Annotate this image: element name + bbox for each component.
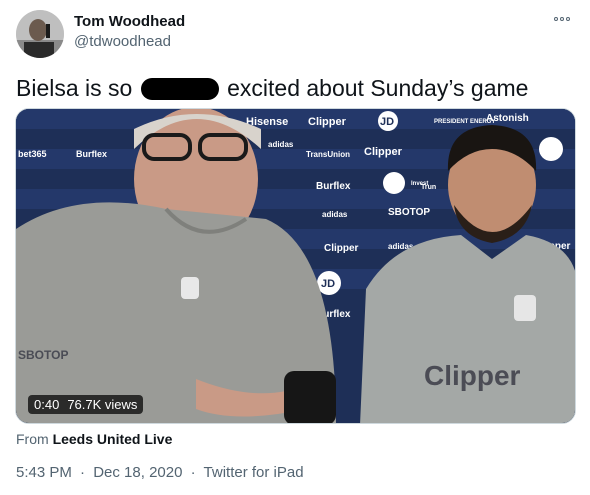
video-player[interactable]: Hisense Clipper JD PRESIDENT ENERGY Asto… xyxy=(15,108,576,424)
backdrop-word-7: TransUnion xyxy=(306,150,350,159)
backdrop-word-11: Clipper xyxy=(324,243,359,254)
tweet-meta: 5:43 PM · Dec 18, 2020 · Twitter for iPa… xyxy=(16,464,308,481)
backdrop-word-12: JD xyxy=(321,278,335,290)
backdrop-word-15: adidas xyxy=(322,210,348,219)
tweet-client[interactable]: Twitter for iPad xyxy=(204,464,304,481)
backdrop-word-6: Burflex xyxy=(76,149,107,159)
backdrop-word-14: adidas xyxy=(268,140,294,149)
tweet-text-before: Bielsa is so xyxy=(16,75,133,101)
tweet-text-after: excited about Sunday’s game xyxy=(227,75,529,101)
source-link[interactable]: Leeds United Live xyxy=(53,431,173,447)
author-handle[interactable]: @tdwoodhead xyxy=(74,33,171,50)
shirt-sponsor-right: Clipper xyxy=(424,360,521,391)
meta-separator: · xyxy=(80,464,86,481)
backdrop-word-19: Trun xyxy=(421,184,436,191)
source-prefix: From xyxy=(16,431,49,447)
backdrop-word-9: Burflex xyxy=(316,181,351,192)
backdrop-word-1: Clipper xyxy=(308,116,347,128)
author-avatar[interactable] xyxy=(16,10,64,58)
video-time: 0:40 xyxy=(34,397,60,412)
backdrop-word-5: bet365 xyxy=(18,149,47,159)
video-views: 76.7K views xyxy=(67,397,138,412)
tweet-date[interactable]: Dec 18, 2020 xyxy=(93,464,182,481)
tweet-time[interactable]: 5:43 PM xyxy=(16,464,72,481)
more-options-icon[interactable] xyxy=(552,14,572,24)
author-name[interactable]: Tom Woodhead xyxy=(74,13,185,30)
shirt-text-left: SBOTOP xyxy=(18,348,68,362)
backdrop-word-8: Clipper xyxy=(364,146,403,158)
video-source: From Leeds United Live xyxy=(16,431,172,447)
backdrop-word-4: Astonish xyxy=(486,113,529,124)
tweet: Tom Woodhead @tdwoodhead Bielsa is so ex… xyxy=(0,0,590,495)
video-badge: 0:40 76.7K views xyxy=(28,395,144,414)
backdrop-word-10: SBOTOP xyxy=(388,207,430,218)
tweet-text: Bielsa is so excited about Sunday’s game xyxy=(16,74,528,102)
backdrop-word-2: JD xyxy=(380,116,394,128)
video-frame: Hisense Clipper JD PRESIDENT ENERGY Asto… xyxy=(16,109,575,423)
meta-separator: · xyxy=(190,464,196,481)
redaction-mark xyxy=(140,78,219,100)
